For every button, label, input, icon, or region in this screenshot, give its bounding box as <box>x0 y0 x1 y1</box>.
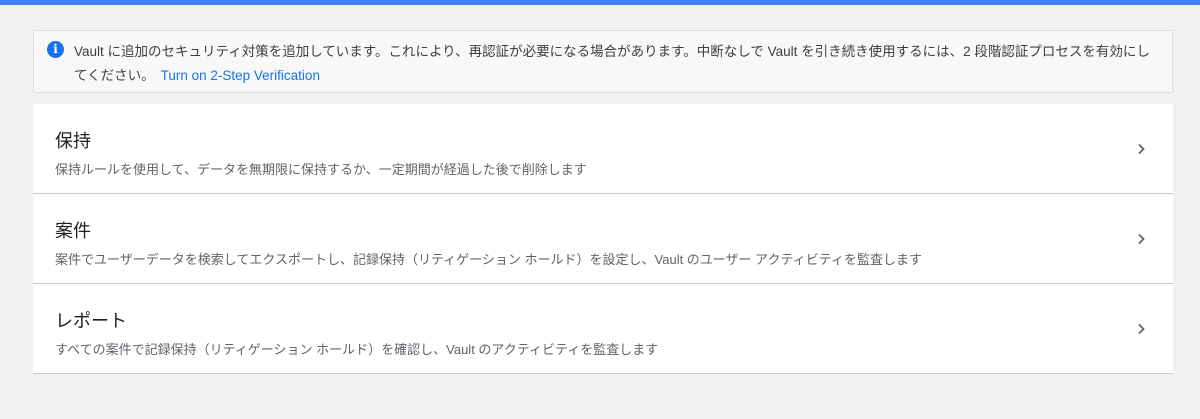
info-icon: i <box>47 41 64 58</box>
chevron-right-icon <box>1133 141 1149 157</box>
chevron-right-icon <box>1133 231 1149 247</box>
chevron-right-icon <box>1133 321 1149 337</box>
security-notice-banner: i Vault に追加のセキュリティ対策を追加しています。これにより、再認証が必… <box>33 30 1173 93</box>
top-accent-bar <box>0 0 1200 5</box>
card-title-retention: 保持 <box>55 131 91 151</box>
retention-card[interactable]: 保持 保持ルールを使用して、データを無期限に保持するか、一定期間が経過した後で削… <box>33 104 1173 194</box>
matters-card[interactable]: 案件 案件でユーザーデータを検索してエクスポートし、記録保持（リティゲーション … <box>33 194 1173 284</box>
card-description-matters: 案件でユーザーデータを検索してエクスポートし、記録保持（リティゲーション ホール… <box>55 252 922 267</box>
vault-menu-list: 保持 保持ルールを使用して、データを無期限に保持するか、一定期間が経過した後で削… <box>33 104 1173 374</box>
reports-card[interactable]: レポート すべての案件で記録保持（リティゲーション ホールド）を確認し、Vaul… <box>33 284 1173 374</box>
card-description-retention: 保持ルールを使用して、データを無期限に保持するか、一定期間が経過した後で削除しま… <box>55 162 587 177</box>
card-title-matters: 案件 <box>55 221 91 241</box>
card-title-reports: レポート <box>55 311 127 331</box>
card-description-reports: すべての案件で記録保持（リティゲーション ホールド）を確認し、Vault のアク… <box>55 342 659 357</box>
turn-on-2sv-link[interactable]: Turn on 2-Step Verification <box>161 68 320 83</box>
